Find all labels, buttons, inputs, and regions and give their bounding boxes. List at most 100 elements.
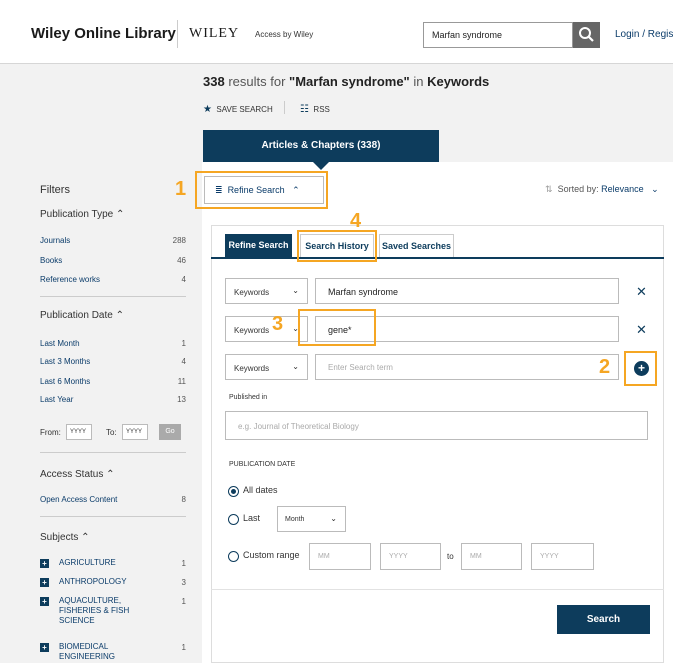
save-search-link[interactable]: ★ SAVE SEARCH <box>203 104 273 115</box>
login-link[interactable]: Login / Registe <box>615 29 673 40</box>
wiley-logo[interactable]: WILEY <box>189 26 239 42</box>
annotation-number: 1 <box>175 178 187 200</box>
filter-item-reference-works[interactable]: Reference works <box>40 275 100 284</box>
field-select-value: Keywords <box>234 364 270 373</box>
field-select[interactable]: Keywords ⌄ <box>225 278 308 304</box>
filter-heading-publication-date[interactable]: Publication Date ⌃ <box>40 310 124 321</box>
radio-all-dates-label: All dates <box>243 485 278 495</box>
search-icon <box>579 27 594 42</box>
subject-item-anthropology[interactable]: ANTHROPOLOGY <box>59 577 127 587</box>
custom-to-year-input[interactable]: YYYY <box>531 543 594 570</box>
custom-from-year-input[interactable]: YYYY <box>380 543 441 570</box>
search-term-input[interactable]: Marfan syndrome <box>315 278 619 304</box>
field-select[interactable]: Keywords ⌄ <box>225 316 308 342</box>
annotation-box <box>297 230 377 262</box>
filter-count: 13 <box>177 395 186 404</box>
divider <box>40 452 186 453</box>
filter-item-open-access[interactable]: Open Access Content <box>40 495 117 504</box>
sort-icon: ⇅ <box>545 184 553 194</box>
chevron-down-icon: ⌄ <box>330 514 337 523</box>
subject-item-agriculture[interactable]: AGRICULTURE <box>59 558 116 568</box>
divider <box>40 516 186 517</box>
chevron-up-icon: ⌃ <box>115 209 125 220</box>
to-year-input[interactable]: YYYY <box>122 424 148 440</box>
expand-plus-icon[interactable]: + <box>40 597 49 606</box>
chevron-down-icon: ⌄ <box>292 286 299 295</box>
radio-custom-range[interactable] <box>228 551 239 562</box>
filter-heading-access-status[interactable]: Access Status ⌃ <box>40 469 115 480</box>
sorted-by-label: Sorted by: <box>557 184 599 194</box>
custom-to-month-input[interactable]: MM <box>461 543 522 570</box>
chevron-up-icon: ⌃ <box>81 532 90 543</box>
site-logo[interactable]: Wiley Online Library <box>31 25 176 42</box>
published-in-input[interactable]: e.g. Journal of Theoretical Biology <box>225 411 648 440</box>
month-select[interactable]: Month ⌄ <box>277 506 346 532</box>
divider <box>211 589 664 590</box>
filters-title: Filters <box>40 184 70 196</box>
from-year-input[interactable]: YYYY <box>66 424 92 440</box>
filter-heading-label: Access Status <box>40 469 104 480</box>
tab-articles-chapters[interactable]: Articles & Chapters (338) <box>203 130 439 162</box>
tab-saved-searches[interactable]: Saved Searches <box>379 234 454 257</box>
filter-heading-label: Publication Type <box>40 209 114 220</box>
filter-heading-publication-type[interactable]: Publication Type ⌃ <box>40 209 124 220</box>
search-button[interactable]: Search <box>557 605 650 634</box>
filter-item-journals[interactable]: Journals <box>40 236 70 245</box>
results-count: 338 <box>203 74 225 89</box>
results-for-text: results for <box>228 74 286 89</box>
star-icon: ★ <box>203 104 212 115</box>
tab-refine-search[interactable]: Refine Search <box>225 234 292 257</box>
rss-link[interactable]: ☷ RSS <box>300 104 330 115</box>
filter-count: 1 <box>181 643 186 652</box>
field-select-value: Keywords <box>234 288 270 297</box>
from-label: From: <box>40 428 61 437</box>
radio-last-label: Last <box>243 513 261 523</box>
filter-count: 3 <box>181 578 186 587</box>
publication-date-label: PUBLICATION DATE <box>229 461 296 468</box>
subject-item-biomedical-engineering[interactable]: BIOMEDICAL ENGINEERING <box>59 642 139 662</box>
logo-divider <box>177 20 178 48</box>
filter-item-last-month[interactable]: Last Month <box>40 339 80 348</box>
filter-count: 1 <box>181 597 186 606</box>
sorted-by-value: Relevance <box>601 184 644 194</box>
save-search-label: SAVE SEARCH <box>216 105 273 114</box>
custom-from-month-input[interactable]: MM <box>309 543 371 570</box>
expand-plus-icon[interactable]: + <box>40 643 49 652</box>
rss-label: RSS <box>313 105 330 114</box>
filter-count: 4 <box>181 275 186 284</box>
filter-count: 11 <box>177 377 186 386</box>
radio-custom-range-label: Custom range <box>243 550 300 560</box>
results-in-text: in <box>413 74 424 89</box>
field-select[interactable]: Keywords ⌄ <box>225 354 308 380</box>
chevron-down-icon: ⌄ <box>651 184 659 194</box>
results-field: Keywords <box>427 74 490 89</box>
filter-item-last-year[interactable]: Last Year <box>40 395 73 404</box>
radio-last[interactable] <box>228 514 239 525</box>
results-summary: 338 results for "Marfan syndrome" in Key… <box>203 74 489 89</box>
top-header: Wiley Online Library WILEY Access by Wil… <box>0 0 673 64</box>
filter-count: 4 <box>181 357 186 366</box>
annotation-box <box>195 171 328 209</box>
header-search-input[interactable]: Marfan syndrome <box>423 22 573 48</box>
search-term-input[interactable]: Enter Search term <box>315 354 619 380</box>
filter-heading-subjects[interactable]: Subjects ⌃ <box>40 532 90 543</box>
to-label: To: <box>106 428 117 437</box>
chevron-up-icon: ⌃ <box>115 310 124 321</box>
header-search-button[interactable] <box>573 22 600 48</box>
chevron-up-icon: ⌃ <box>106 469 115 480</box>
filter-count: 46 <box>177 256 186 265</box>
annotation-number: 2 <box>599 356 611 378</box>
sort-control[interactable]: ⇅ Sorted by: Relevance ⌄ <box>545 184 659 195</box>
close-icon[interactable]: ✕ <box>636 284 647 300</box>
radio-all-dates[interactable] <box>228 486 239 497</box>
filter-heading-label: Subjects <box>40 532 79 543</box>
go-button[interactable]: Go <box>159 424 181 440</box>
subject-item-aquaculture[interactable]: AQUACULTURE, FISHERIES & FISH SCIENCE <box>59 596 149 626</box>
filter-item-books[interactable]: Books <box>40 256 62 265</box>
filter-item-last-6-months[interactable]: Last 6 Months <box>40 377 90 386</box>
expand-plus-icon[interactable]: + <box>40 559 49 568</box>
expand-plus-icon[interactable]: + <box>40 578 49 587</box>
filter-count: 288 <box>172 236 186 245</box>
filter-item-last-3-months[interactable]: Last 3 Months <box>40 357 90 366</box>
close-icon[interactable]: ✕ <box>636 322 647 338</box>
